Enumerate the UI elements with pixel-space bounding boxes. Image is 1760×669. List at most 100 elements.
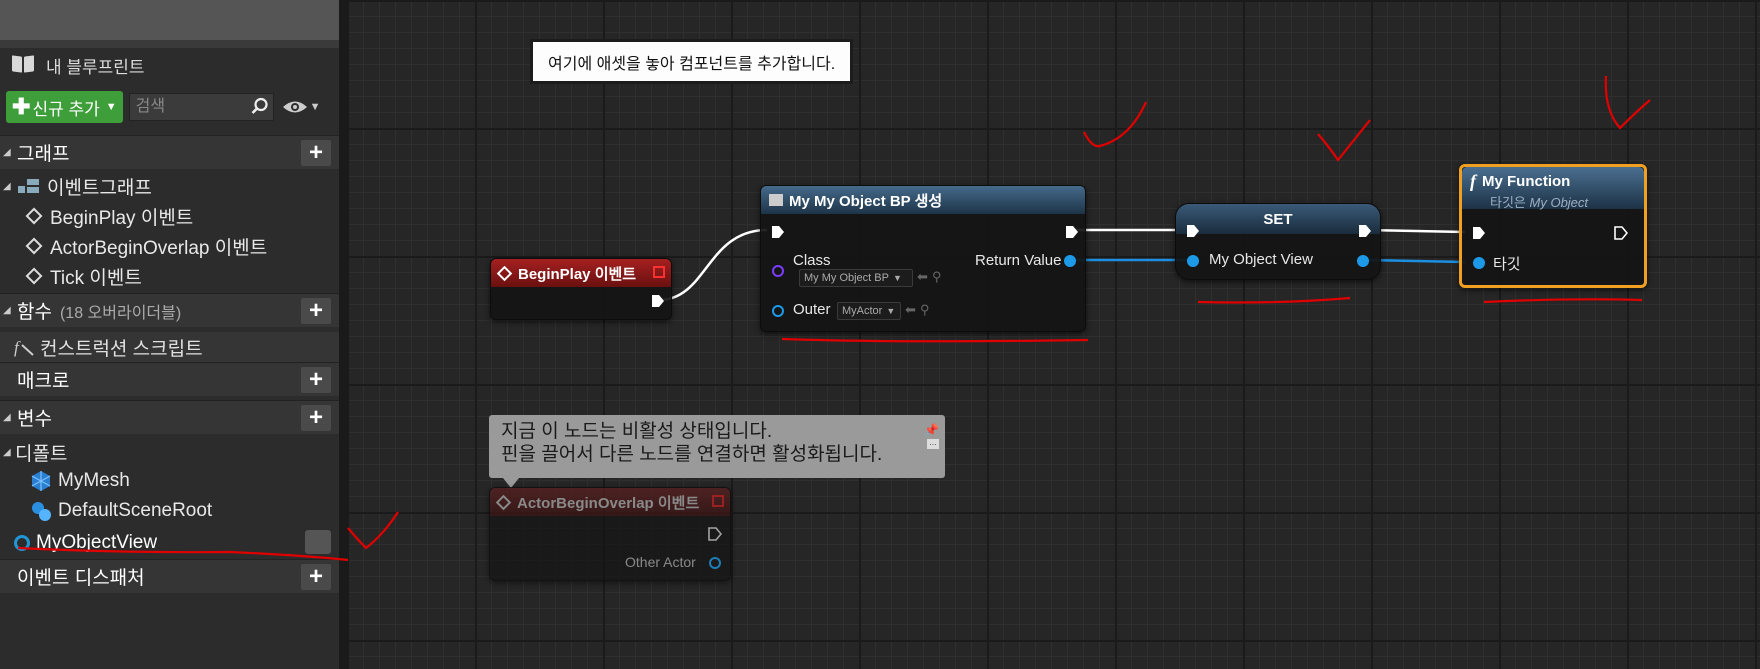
tree-item-category-default[interactable]: ◢ 디폴트 [0, 438, 67, 466]
add-variable-button[interactable]: + [301, 405, 331, 431]
return-value-pin-icon[interactable] [1064, 255, 1076, 267]
node-header[interactable]: BeginPlay 이벤트 [491, 259, 671, 287]
event-diamond-icon [25, 237, 43, 255]
section-event-dispatchers[interactable]: 이벤트 디스패처 + [0, 559, 339, 593]
tree-item-var-myobjectview[interactable]: MyObjectView [0, 528, 339, 558]
tree-item-var-defaultsceneroot[interactable]: DefaultSceneRoot [30, 497, 212, 525]
add-graph-button[interactable]: + [301, 140, 331, 166]
chevron-down-icon: ▼ [892, 273, 902, 283]
add-macro-button[interactable]: + [301, 367, 331, 393]
disabled-node-comment: 지금 이 노드는 비활성 상태입니다. 핀을 끌어서 다른 노드를 연결하면 활… [489, 415, 945, 488]
tree-item-event-actorbeginoverlap[interactable]: ActorBeginOverlap 이벤트 [25, 232, 267, 260]
collapse-arrow-icon[interactable]: ◢ [3, 412, 13, 423]
chevron-down-icon[interactable]: ▼ [310, 101, 321, 113]
exec-out-pin-icon[interactable] [1614, 226, 1628, 240]
section-functions-label: 함수 [17, 302, 52, 323]
other-actor-pin-icon[interactable] [709, 557, 721, 569]
node-title: My Function [1482, 173, 1571, 190]
add-new-label: 신규 추가 [32, 99, 100, 119]
override-count-label[interactable]: (18 오버라이더블) [60, 299, 181, 323]
my-blueprint-header[interactable]: 내 블루프린트 [0, 48, 185, 82]
event-diamond-icon [25, 267, 43, 285]
event-label: Tick 이벤트 [50, 267, 142, 289]
node-title: SET [1263, 210, 1293, 228]
function-icon: f [14, 338, 34, 357]
target-pin-icon[interactable] [1473, 257, 1485, 269]
class-pin-icon[interactable] [772, 265, 784, 277]
book-icon [12, 56, 36, 74]
outer-pin-icon[interactable] [772, 305, 784, 317]
node-set-variable[interactable]: SET My Object View [1175, 203, 1381, 280]
category-default-label: 디폴트 [15, 443, 68, 465]
node-title: ActorBeginOverlap 이벤트 [517, 494, 700, 512]
tree-item-construction-script[interactable]: f 컨스트럭션 스크립트 [0, 332, 339, 362]
event-graph-icon [18, 179, 39, 193]
delegate-pin-icon[interactable] [712, 495, 724, 507]
tree-item-event-tick[interactable]: Tick 이벤트 [25, 262, 142, 290]
search-icon[interactable] [251, 97, 269, 115]
collapse-arrow-icon[interactable]: ◢ [3, 147, 13, 158]
use-selected-arrow-icon[interactable]: ⬅ [917, 269, 928, 285]
outer-select-value: MyActor [842, 305, 883, 317]
tree-item-var-mymesh[interactable]: MyMesh [30, 467, 130, 495]
section-functions[interactable]: ◢ 함수 (18 오버라이더블) + [0, 293, 339, 327]
search-input[interactable] [129, 97, 248, 117]
use-selected-arrow-icon[interactable]: ⬅ [905, 302, 916, 318]
chevron-down-icon: ▼ [886, 306, 896, 316]
comment-line-1: 지금 이 노드는 비활성 상태입니다. [501, 421, 773, 442]
static-mesh-icon [31, 471, 51, 491]
tooltip: 여기에 애셋을 놓아 컴포넌트를 추가합니다. [530, 39, 854, 84]
exec-out-pin-icon[interactable] [708, 527, 722, 541]
comment-icon[interactable]: … [927, 439, 939, 449]
target-pin-label: 타깃 [1493, 256, 1521, 273]
variable-visibility-toggle[interactable] [305, 530, 331, 554]
add-function-button[interactable]: + [301, 298, 331, 324]
exec-wire [658, 228, 768, 302]
view-options-eye-icon[interactable] [282, 98, 308, 116]
outer-select[interactable]: MyActor ▼ [837, 302, 901, 320]
node-my-function[interactable]: f My Function 타깃은 My Object 타깃 [1459, 164, 1647, 288]
var-label: DefaultSceneRoot [58, 500, 213, 521]
tree-item-event-graph[interactable]: ◢ 이벤트그래프 [0, 172, 152, 200]
section-variables[interactable]: ◢ 변수 + [0, 400, 339, 434]
event-diamond-icon [495, 494, 512, 510]
event-graph-label: 이벤트그래프 [47, 177, 152, 199]
event-graph-canvas[interactable]: 여기에 애셋을 놓아 컴포넌트를 추가합니다. BeginPlay 이벤트 My… [347, 0, 1760, 669]
node-beginplay-event[interactable]: BeginPlay 이벤트 [490, 258, 672, 320]
exec-in-pin-icon[interactable] [771, 225, 785, 239]
outer-pin-label: Outer [793, 301, 831, 318]
node-construct-object[interactable]: My My Object BP 생성 Class My My Object BP… [760, 185, 1086, 332]
section-graphs[interactable]: ◢ 그래프 + [0, 135, 339, 169]
search-field[interactable] [128, 93, 274, 121]
event-diamond-icon [496, 265, 513, 281]
node-header[interactable]: f My Function 타깃은 My Object [1462, 167, 1644, 210]
tree-item-event-beginplay[interactable]: BeginPlay 이벤트 [25, 202, 194, 230]
class-select[interactable]: My My Object BP ▼ [799, 269, 913, 287]
event-label: BeginPlay 이벤트 [50, 207, 194, 229]
construct-node-icon [769, 194, 783, 206]
node-title: My My Object BP 생성 [789, 192, 943, 210]
other-actor-label: Other Actor [625, 554, 696, 570]
delegate-pin-icon[interactable] [653, 266, 665, 278]
exec-out-pin-icon[interactable] [1358, 224, 1372, 238]
exec-in-pin-icon[interactable] [1186, 224, 1200, 238]
exec-in-pin-icon[interactable] [1472, 226, 1486, 240]
event-diamond-icon [25, 207, 43, 225]
add-new-button[interactable]: ✚ 신규 추가 ▼ [6, 91, 123, 123]
object-out-pin-icon[interactable] [1357, 255, 1369, 267]
collapse-arrow-icon[interactable]: ◢ [3, 305, 13, 316]
exec-out-pin-icon[interactable] [651, 294, 665, 308]
node-title: BeginPlay 이벤트 [518, 265, 637, 283]
node-header[interactable]: My My Object BP 생성 [761, 186, 1085, 214]
collapse-arrow-icon[interactable]: ◢ [3, 447, 15, 458]
node-header[interactable]: ActorBeginOverlap 이벤트 [490, 488, 730, 516]
add-event-dispatcher-button[interactable]: + [301, 564, 331, 590]
node-actorbeginoverlap-event[interactable]: ActorBeginOverlap 이벤트 Other Actor [489, 487, 731, 581]
collapse-arrow-icon[interactable]: ◢ [3, 181, 15, 192]
section-macros[interactable]: 매크로 + [0, 362, 339, 396]
browse-search-icon[interactable]: ⚲ [920, 302, 930, 318]
exec-out-pin-icon[interactable] [1065, 225, 1079, 239]
node-header[interactable]: SET [1176, 204, 1380, 234]
browse-search-icon[interactable]: ⚲ [932, 269, 942, 285]
object-in-pin-icon[interactable] [1187, 255, 1199, 267]
